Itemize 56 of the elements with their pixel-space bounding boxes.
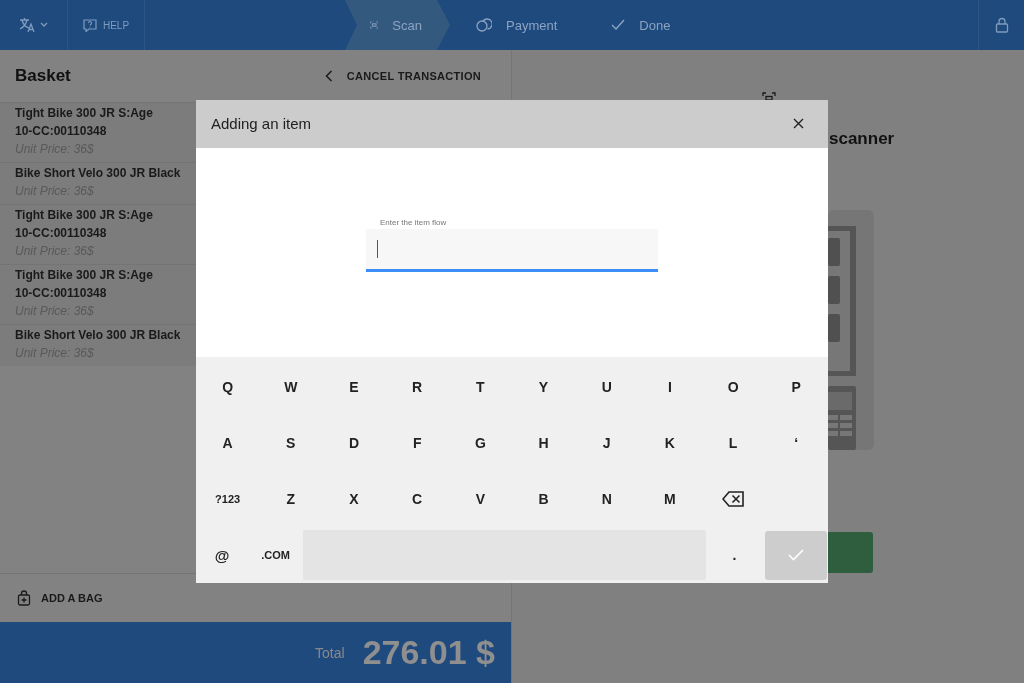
key[interactable]: R: [385, 359, 449, 415]
key[interactable]: M: [638, 471, 702, 527]
key[interactable]: F: [385, 415, 449, 471]
coins-icon: [476, 17, 492, 33]
item-name: Tight Bike 300 JR S:Age 10-CC:00110348: [15, 267, 153, 302]
key[interactable]: T: [448, 359, 512, 415]
key[interactable]: ?123: [196, 471, 260, 527]
key[interactable]: Z: [259, 471, 323, 527]
cancel-transaction-button[interactable]: CANCEL TRANSACTION: [324, 70, 481, 82]
close-icon: [792, 118, 804, 130]
key[interactable]: I: [638, 359, 702, 415]
basket-title: Basket: [15, 66, 71, 86]
key[interactable]: J: [575, 415, 639, 471]
key[interactable]: O: [701, 359, 765, 415]
item-name: Bike Short Velo 300 JR Black: [15, 327, 181, 344]
key[interactable]: C: [385, 471, 449, 527]
bag-icon: [17, 590, 31, 606]
item-name: Tight Bike 300 JR S:Age 10-CC:00110348: [15, 207, 153, 242]
back-icon: [324, 70, 333, 82]
key[interactable]: U: [575, 359, 639, 415]
total-amount: 276.01 $: [362, 633, 495, 672]
key[interactable]: P: [764, 359, 828, 415]
key[interactable]: ‘: [764, 415, 828, 471]
key[interactable]: .COM: [248, 530, 303, 580]
check-icon: [788, 549, 804, 561]
key[interactable]: S: [259, 415, 323, 471]
item-name: Tight Bike 300 JR S:Age 10-CC:00110348: [15, 105, 153, 140]
step-tab[interactable]: Payment: [450, 0, 586, 50]
key[interactable]: H: [511, 415, 576, 471]
key[interactable]: @: [196, 530, 248, 580]
key[interactable]: V: [448, 471, 512, 527]
key[interactable]: B: [511, 471, 576, 527]
key[interactable]: G: [448, 415, 512, 471]
scan-icon: [370, 18, 379, 32]
key[interactable]: Y: [511, 359, 576, 415]
item-input-field[interactable]: Enter the item flow: [366, 217, 658, 272]
backspace-icon: [722, 491, 745, 507]
key[interactable]: D: [322, 415, 386, 471]
key[interactable]: .: [706, 530, 763, 580]
total-label: Total: [315, 644, 345, 661]
key[interactable]: L: [701, 415, 765, 471]
key[interactable]: K: [638, 415, 702, 471]
dialog-title: Adding an item: [211, 115, 312, 133]
item-name: Bike Short Velo 300 JR Black: [15, 165, 181, 182]
key[interactable]: X: [322, 471, 386, 527]
key[interactable]: W: [259, 359, 323, 415]
scanner-heading: scanner: [829, 129, 895, 149]
key[interactable]: A: [196, 415, 260, 471]
key[interactable]: N: [575, 471, 639, 527]
lock-icon: [994, 17, 1009, 33]
help-icon: [82, 18, 97, 32]
key[interactable]: Q: [196, 359, 260, 415]
translate-icon: [18, 17, 49, 33]
key[interactable]: E: [322, 359, 386, 415]
check-icon: [611, 19, 626, 31]
add-bag-button[interactable]: ADD A BAG: [0, 574, 103, 622]
